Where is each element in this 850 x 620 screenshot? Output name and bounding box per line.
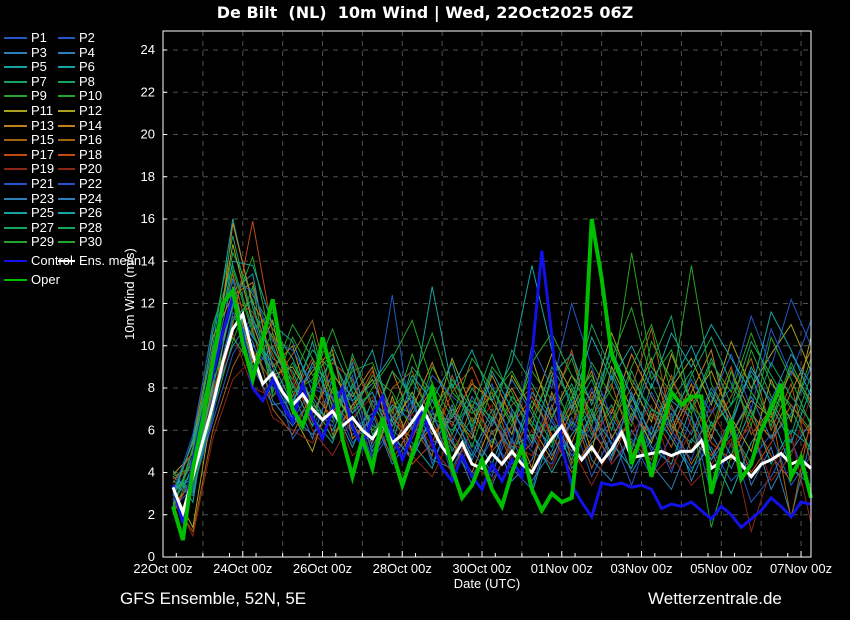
x-tick-label: 24Oct 00z [213, 561, 272, 576]
y-tick-label: 20 [141, 127, 155, 142]
x-tick-label: 26Oct 00z [293, 561, 352, 576]
y-tick-label: 24 [141, 42, 155, 57]
y-tick-label: 16 [141, 211, 155, 226]
y-axis-label: 10m Wind (m/s) [122, 248, 137, 340]
y-tick-label: 22 [141, 84, 155, 99]
x-tick-label: 22Oct 00z [133, 561, 192, 576]
y-tick-label: 2 [148, 507, 155, 522]
y-tick-label: 4 [148, 465, 155, 480]
x-tick-label: 30Oct 00z [452, 561, 511, 576]
y-tick-label: 12 [141, 296, 155, 311]
footer-model-label: GFS Ensemble, 52N, 5E [120, 589, 306, 609]
y-tick-label: 6 [148, 422, 155, 437]
footer-brand-label: Wetterzentrale.de [648, 589, 782, 609]
x-tick-label: 05Nov 00z [690, 561, 752, 576]
wind-ensemble-chart: 02468101214161820222422Oct 00z24Oct 00z2… [0, 0, 850, 620]
x-tick-label: 28Oct 00z [373, 561, 432, 576]
x-tick-label: 01Nov 00z [531, 561, 593, 576]
x-axis-label: Date (UTC) [454, 576, 520, 591]
y-tick-label: 18 [141, 169, 155, 184]
y-tick-label: 8 [148, 380, 155, 395]
x-tick-label: 07Nov 00z [770, 561, 832, 576]
y-tick-label: 14 [141, 253, 155, 268]
page: De Bilt (NL) 10m Wind | Wed, 22Oct2025 0… [0, 0, 850, 620]
x-tick-label: 03Nov 00z [610, 561, 672, 576]
y-tick-label: 10 [141, 338, 155, 353]
